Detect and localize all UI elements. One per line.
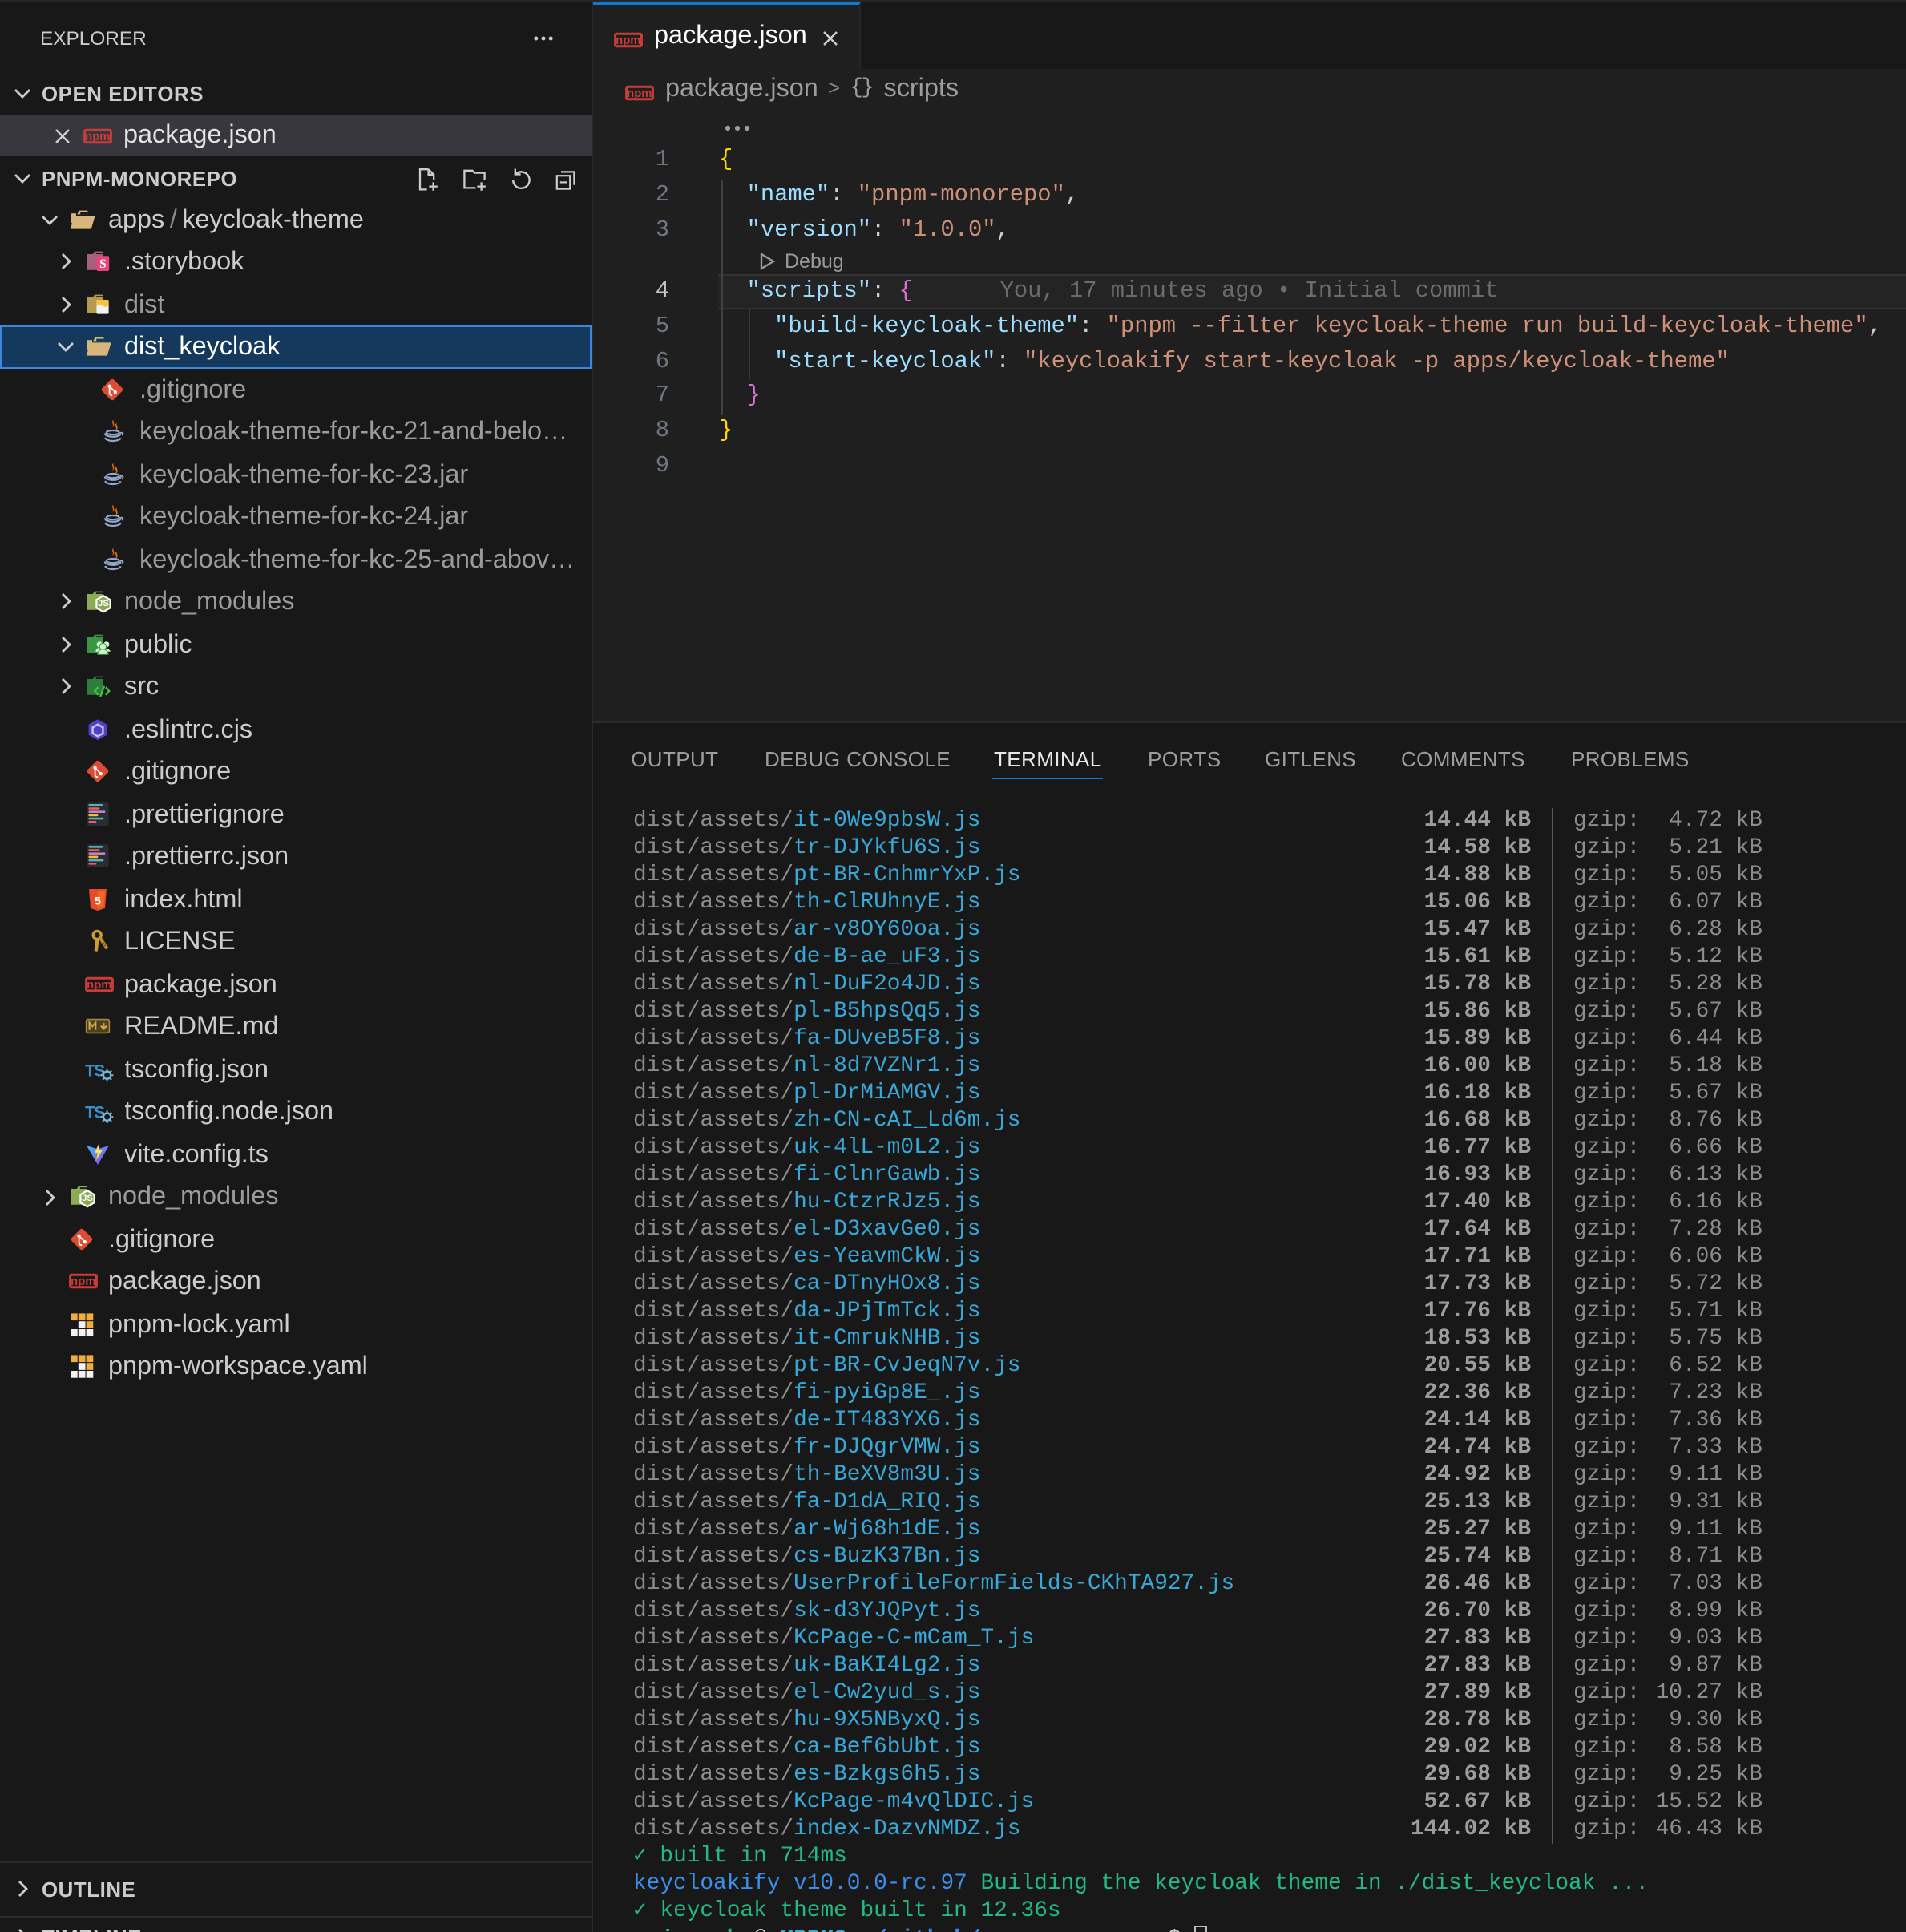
svg-text:npm: npm bbox=[85, 131, 110, 143]
svg-text:TS: TS bbox=[84, 1104, 104, 1122]
svg-text:npm: npm bbox=[627, 87, 652, 100]
svg-text:S: S bbox=[99, 257, 106, 271]
svg-text:npm: npm bbox=[616, 34, 640, 46]
svg-text:npm: npm bbox=[71, 1276, 95, 1289]
svg-text:JS: JS bbox=[82, 1194, 93, 1203]
svg-text:TS: TS bbox=[84, 1061, 104, 1080]
svg-text:npm: npm bbox=[86, 979, 111, 992]
svg-text:5: 5 bbox=[94, 894, 100, 907]
svg-text:JS: JS bbox=[97, 599, 108, 608]
